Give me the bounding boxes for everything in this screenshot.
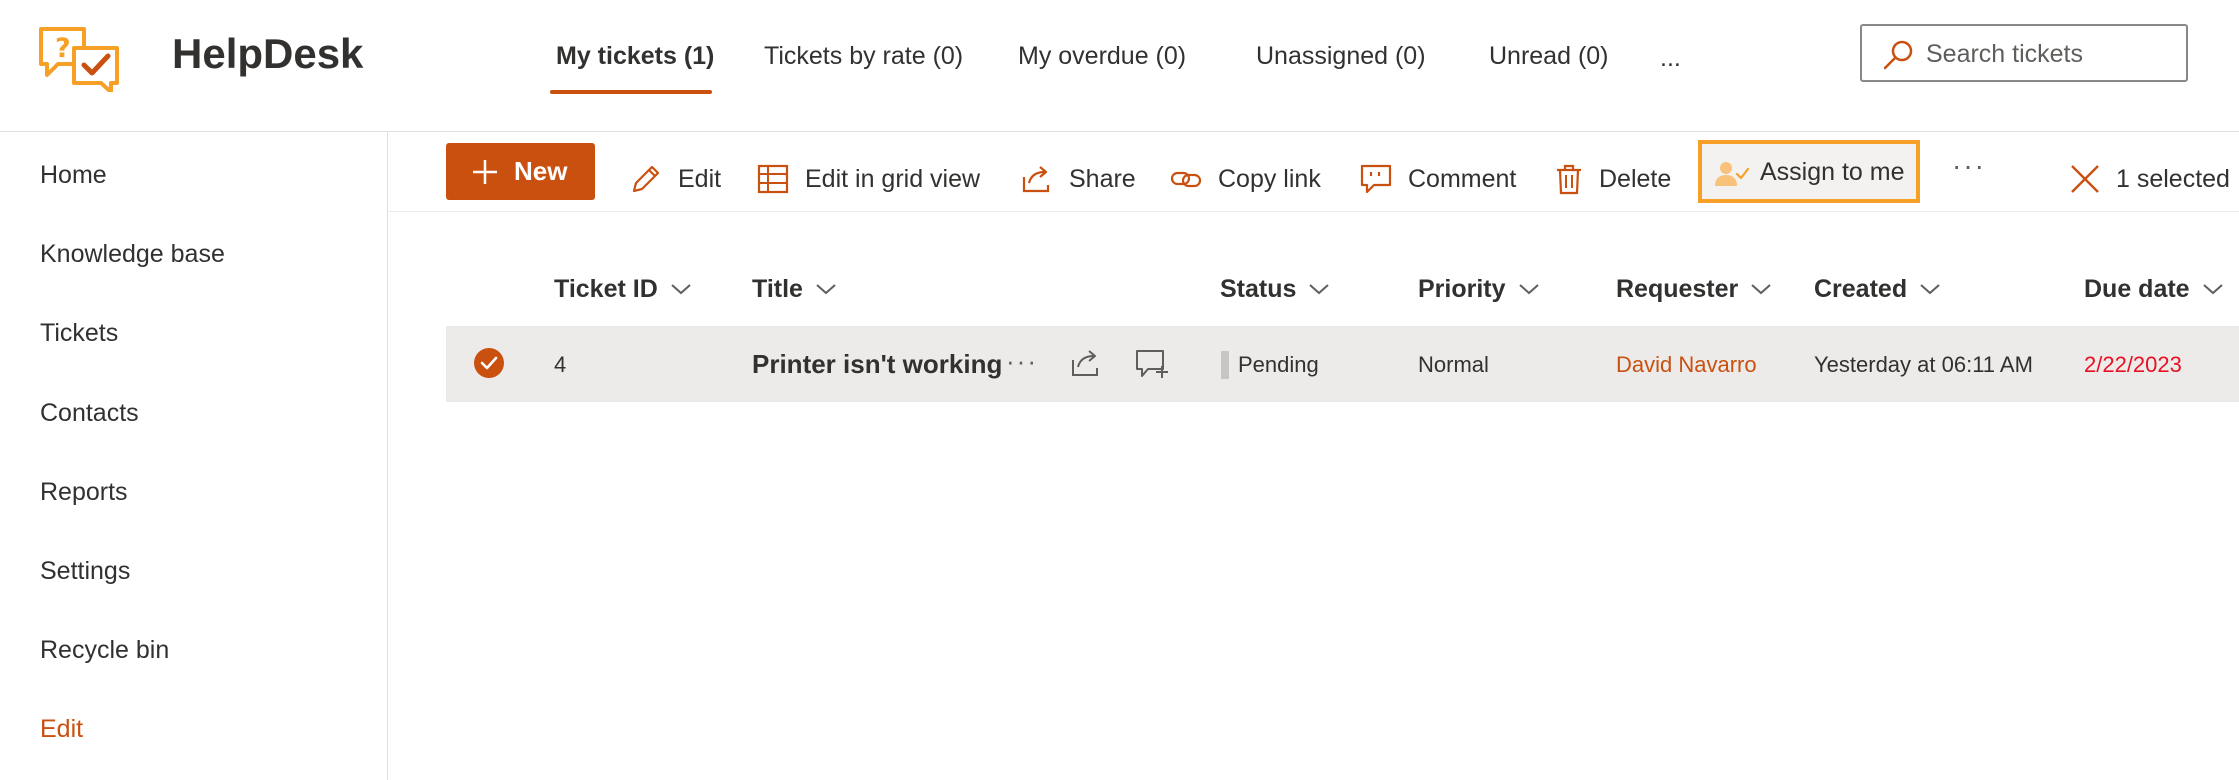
delete-button[interactable]: Delete (1555, 157, 1671, 201)
helpdesk-logo-icon: ? (38, 26, 120, 94)
left-navigation: Home Knowledge base Tickets Contacts Rep… (0, 132, 388, 780)
copy-link-label: Copy link (1218, 164, 1321, 193)
column-header-requester[interactable]: Requester (1616, 272, 1772, 306)
row-more-actions-button[interactable]: ··· (1006, 344, 1038, 378)
pencil-icon (632, 165, 660, 193)
column-label: Title (752, 275, 803, 303)
column-header-status[interactable]: Status (1220, 272, 1330, 306)
trash-icon (1557, 164, 1581, 195)
sidebar-item-settings[interactable]: Settings (40, 554, 130, 588)
delete-button-label: Delete (1599, 164, 1672, 193)
tab-my-tickets[interactable]: My tickets (1) (556, 38, 714, 74)
chevron-down-icon (671, 284, 691, 295)
share-button-label: Share (1069, 164, 1136, 193)
edit-button-label: Edit (678, 164, 722, 193)
tabs-overflow-button[interactable]: ... (1660, 40, 1681, 76)
column-label: Due date (2084, 275, 2190, 303)
search-placeholder: Search tickets (1926, 40, 2084, 68)
sidebar-item-home[interactable]: Home (40, 158, 107, 192)
more-commands-button[interactable]: ··· (1952, 150, 1986, 182)
assign-to-me-button[interactable]: Assign to me (1698, 140, 1920, 203)
cell-due-date: 2/22/2023 (2084, 352, 2182, 377)
cell-status: Pending (1238, 352, 1319, 377)
cell-priority: Normal (1418, 352, 1489, 377)
app-title: HelpDesk (172, 30, 364, 77)
column-label: Created (1814, 275, 1908, 303)
column-label: Priority (1418, 275, 1506, 303)
tab-tickets-by-rate[interactable]: Tickets by rate (0) (764, 38, 963, 74)
active-tab-indicator (550, 90, 712, 94)
cell-ticket-title[interactable]: Printer isn't working (752, 347, 1002, 381)
chevron-down-icon (1751, 284, 1771, 295)
column-header-priority[interactable]: Priority (1418, 272, 1540, 306)
share-icon (1022, 166, 1050, 193)
new-button-label: New (514, 156, 568, 186)
chevron-down-icon (2202, 284, 2223, 295)
clear-selection-button[interactable]: 1 selected (2070, 157, 2230, 201)
status-indicator (1221, 351, 1229, 379)
plus-icon (473, 160, 497, 184)
row-share-icon[interactable] (1070, 348, 1102, 378)
checkmark-icon (480, 356, 498, 370)
chevron-down-icon (1518, 284, 1539, 295)
column-header-created[interactable]: Created (1814, 272, 1941, 306)
row-add-comment-icon[interactable] (1135, 349, 1169, 379)
chevron-down-icon (816, 284, 836, 295)
column-label: Ticket ID (554, 275, 658, 303)
chevron-down-icon (1920, 284, 1940, 295)
selected-count: 1 selected (2116, 164, 2230, 193)
tab-unread[interactable]: Unread (0) (1489, 38, 1609, 74)
sidebar-item-knowledge-base[interactable]: Knowledge base (40, 237, 225, 271)
cell-ticket-id: 4 (554, 352, 567, 377)
edit-in-grid-view-button[interactable]: Edit in grid view (757, 157, 980, 201)
edit-in-grid-view-label: Edit in grid view (805, 164, 981, 193)
cell-created: Yesterday at 06:11 AM (1814, 352, 2033, 377)
copy-link-button[interactable]: Copy link (1170, 157, 1321, 201)
column-header-ticket-id[interactable]: Ticket ID (554, 272, 692, 306)
top-header: ? HelpDesk My tickets (1) Tickets by rat… (0, 0, 2239, 132)
edit-button[interactable]: Edit (630, 157, 721, 201)
tab-unassigned[interactable]: Unassigned (0) (1256, 38, 1426, 74)
sidebar-edit-link[interactable]: Edit (40, 712, 83, 746)
sidebar-item-reports[interactable]: Reports (40, 475, 128, 509)
search-icon (1883, 40, 1913, 70)
row-selected-checkbox[interactable] (474, 348, 504, 378)
column-label: Status (1220, 275, 1297, 303)
grid-icon (757, 164, 789, 194)
column-label: Requester (1616, 275, 1739, 303)
column-header-title[interactable]: Title (752, 272, 837, 306)
share-button[interactable]: Share (1021, 157, 1136, 201)
assign-to-me-label: Assign to me (1760, 158, 1905, 186)
svg-text:?: ? (55, 33, 71, 64)
new-button[interactable]: New (446, 143, 595, 200)
comment-icon (1360, 164, 1392, 194)
close-icon (2071, 165, 2099, 193)
search-input[interactable]: Search tickets (1860, 24, 2188, 82)
tab-my-overdue[interactable]: My overdue (0) (1018, 38, 1186, 74)
comment-button-label: Comment (1408, 164, 1517, 193)
comment-button[interactable]: Comment (1360, 157, 1516, 201)
column-header-due-date[interactable]: Due date (2084, 272, 2224, 306)
cell-requester-link[interactable]: David Navarro (1616, 348, 1757, 382)
link-icon (1170, 171, 1202, 188)
chevron-down-icon (1309, 284, 1330, 295)
sidebar-item-recycle-bin[interactable]: Recycle bin (40, 633, 169, 667)
assign-person-icon (1715, 162, 1749, 186)
sidebar-item-tickets[interactable]: Tickets (40, 316, 118, 350)
sidebar-item-contacts[interactable]: Contacts (40, 396, 139, 430)
